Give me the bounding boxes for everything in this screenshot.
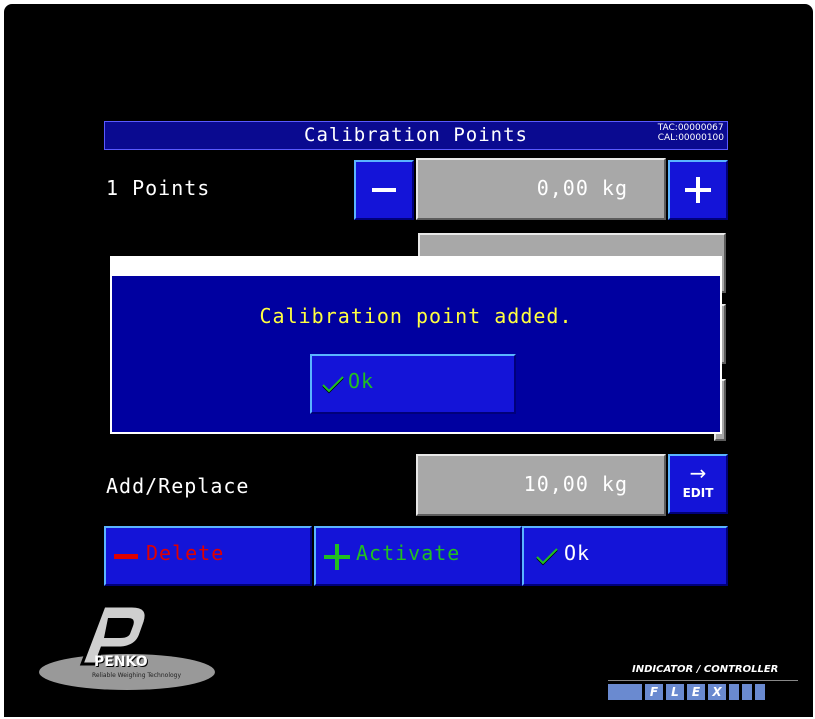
- tac-counter: TAC:00000067: [657, 123, 724, 133]
- edit-label: EDIT: [682, 486, 714, 500]
- ok-button[interactable]: Ok: [522, 526, 728, 586]
- flex-letter: L: [666, 684, 684, 700]
- logo-subtitle: Reliable Weighing Technology: [92, 672, 182, 679]
- flex-bar: [755, 684, 765, 700]
- minus-icon: [114, 554, 138, 559]
- display-frame: Calibration Points TAC:00000067 CAL:0000…: [4, 4, 813, 717]
- increment-button[interactable]: [668, 160, 728, 220]
- minus-icon: [356, 162, 412, 218]
- plus-icon: [670, 162, 726, 218]
- dialog-ok-button[interactable]: Ok: [310, 354, 516, 414]
- plus-icon: [324, 544, 350, 570]
- points-value-field[interactable]: 0,00 kg: [416, 158, 666, 220]
- message-dialog: Calibration point added. Ok: [110, 276, 722, 434]
- logo-text: PENKO: [94, 654, 148, 670]
- flex-bar: [729, 684, 739, 700]
- flex-letter: X: [708, 684, 726, 700]
- flex-bar: [608, 684, 642, 700]
- cal-counter: CAL:00000100: [657, 133, 724, 143]
- page-title: Calibration Points: [304, 124, 528, 146]
- flex-letter: F: [645, 684, 663, 700]
- add-replace-value-field[interactable]: 10,00 kg: [416, 454, 666, 516]
- flex-letter: E: [687, 684, 705, 700]
- activate-button[interactable]: Activate: [314, 526, 522, 586]
- arrow-right-icon: →: [689, 461, 707, 485]
- checkmark-icon: [322, 376, 344, 394]
- decrement-button[interactable]: [354, 160, 414, 220]
- flex-brand: F L E X: [608, 684, 765, 700]
- checkmark-icon: [536, 548, 558, 566]
- activate-label: Activate: [356, 541, 461, 565]
- add-replace-label: Add/Replace: [106, 474, 250, 498]
- dialog-titlebar: [110, 256, 722, 276]
- dialog-message: Calibration point added.: [259, 304, 573, 328]
- flex-bar: [742, 684, 752, 700]
- delete-label: Delete: [146, 541, 225, 565]
- edit-button[interactable]: → EDIT: [668, 454, 728, 514]
- product-line-label: INDICATOR / CONTROLLER: [632, 664, 779, 675]
- counter-readout: TAC:00000067 CAL:00000100: [658, 123, 724, 143]
- ok-label: Ok: [564, 541, 591, 565]
- delete-button[interactable]: Delete: [104, 526, 312, 586]
- points-label: 1 Points: [106, 176, 211, 200]
- header-bar: Calibration Points TAC:00000067 CAL:0000…: [104, 121, 728, 150]
- dialog-ok-label: Ok: [348, 369, 375, 393]
- footer-divider: [608, 680, 798, 681]
